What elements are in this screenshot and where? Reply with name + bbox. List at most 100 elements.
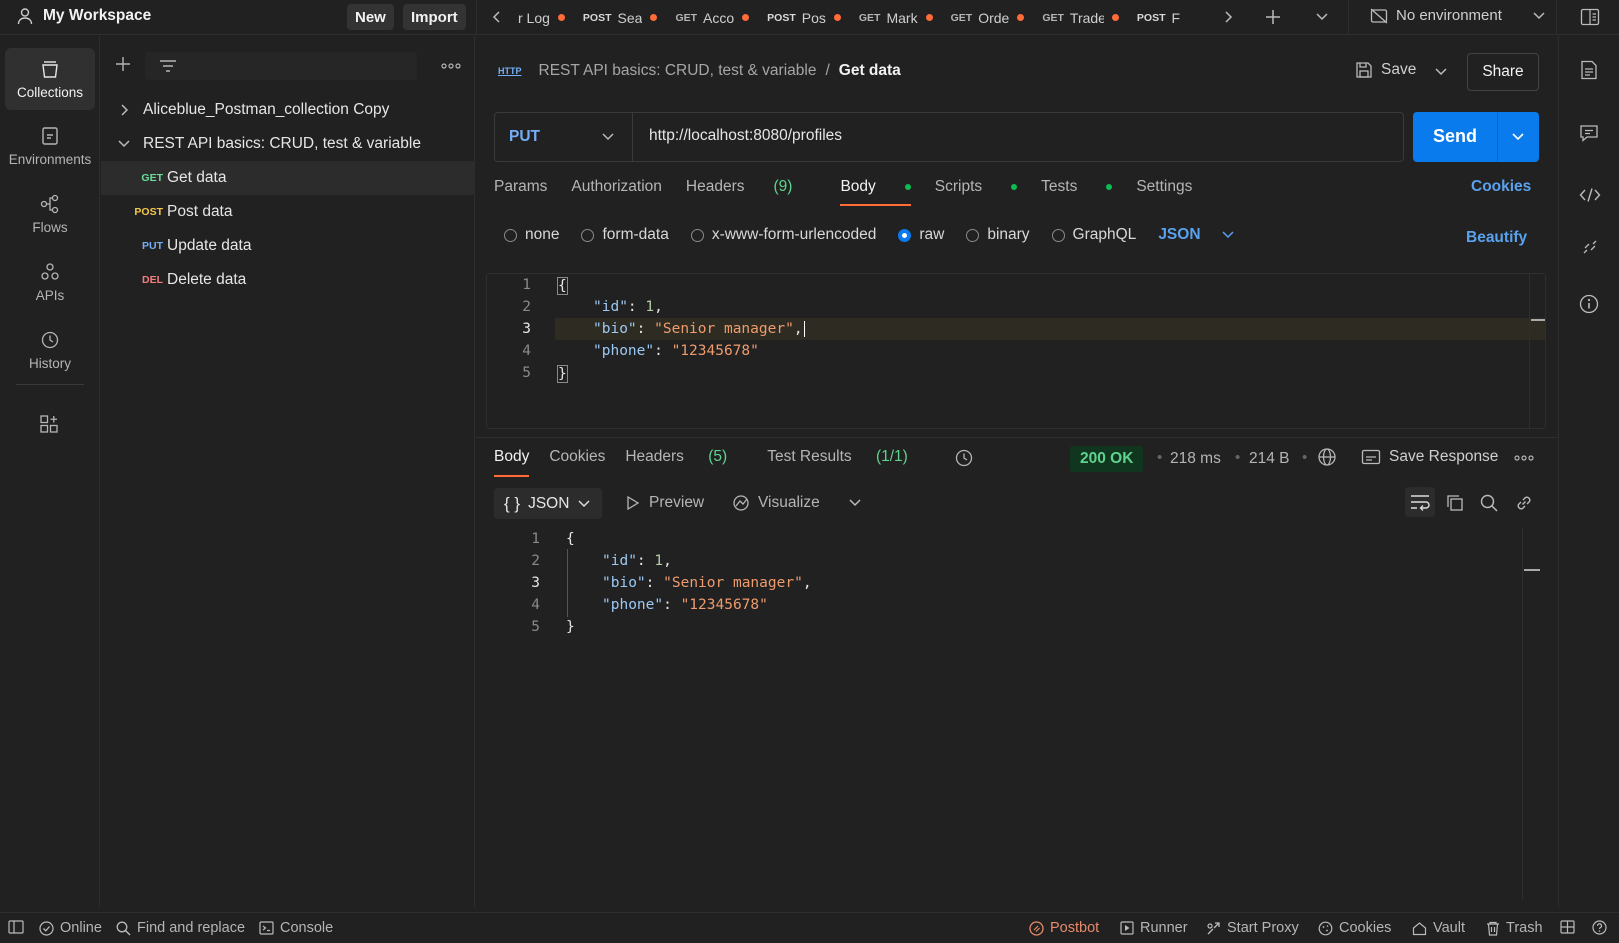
tab-name: r Log — [518, 9, 550, 26]
response-size[interactable]: 214 B — [1249, 450, 1290, 468]
console-button[interactable]: Console — [259, 920, 333, 936]
radio-binary[interactable]: binary — [966, 226, 1030, 244]
tab-tests[interactable]: Tests — [1041, 178, 1113, 196]
find-replace-button[interactable]: Find and replace — [116, 920, 245, 936]
request-tab[interactable]: POST F — [1127, 0, 1188, 35]
response-tab-tests[interactable]: Test Results (1/1) — [767, 448, 928, 477]
request-tab[interactable]: r Log — [518, 0, 573, 35]
add-workbench-icon[interactable] — [39, 414, 59, 434]
new-tab-plus-icon[interactable] — [1264, 8, 1282, 26]
request-body-editor[interactable]: 1{ 2 "id": 1, 3 "bio": "Senior manager", 4… — [486, 273, 1546, 429]
network-globe-icon[interactable] — [1317, 447, 1337, 467]
tab-settings[interactable]: Settings — [1136, 178, 1192, 196]
tabs-scroll-left-icon[interactable] — [492, 10, 502, 24]
save-button[interactable]: Save — [1355, 61, 1416, 79]
tab-scripts[interactable]: Scripts — [935, 178, 1018, 196]
breadcrumb-current[interactable]: Get data — [839, 62, 901, 80]
history-icon[interactable] — [954, 448, 974, 468]
response-tab-headers[interactable]: Headers (5) — [625, 448, 747, 477]
two-pane-icon[interactable] — [1560, 920, 1575, 934]
status-badge[interactable]: 200 OK — [1070, 446, 1144, 472]
info-icon[interactable] — [1579, 294, 1599, 314]
postbot-button[interactable]: Postbot — [1029, 920, 1099, 936]
code-icon[interactable] — [1579, 187, 1601, 203]
request-tab[interactable]: POST Pos — [757, 0, 849, 35]
request-tab[interactable]: POST Sea — [573, 0, 666, 35]
link-icon[interactable] — [1515, 494, 1533, 512]
toggle-sidebar-icon[interactable] — [8, 920, 24, 934]
request-item[interactable]: POST Post data — [101, 195, 475, 229]
documentation-icon[interactable] — [1580, 60, 1598, 80]
response-more-icon[interactable] — [1514, 455, 1534, 461]
request-tab[interactable]: GET Orde — [941, 0, 1033, 35]
save-options-chevron-icon[interactable] — [1434, 67, 1448, 77]
unsaved-dot — [925, 14, 933, 21]
tabs-scroll-right-icon[interactable] — [1223, 10, 1233, 24]
more-options-icon[interactable] — [441, 63, 461, 69]
send-options-chevron-icon[interactable] — [1511, 132, 1525, 142]
rail-collections[interactable]: Collections — [5, 48, 95, 110]
send-button[interactable]: Send — [1413, 112, 1539, 162]
response-tab-body[interactable]: Body — [494, 448, 530, 477]
collection-row[interactable]: Aliceblue_Postman_collection Copy — [101, 93, 475, 127]
rail-apis[interactable]: APIs — [5, 252, 95, 312]
runner-button[interactable]: Runner — [1120, 920, 1188, 936]
comments-icon[interactable] — [1579, 124, 1599, 142]
rail-flows[interactable]: Flows — [5, 184, 95, 244]
request-name: Update data — [167, 237, 252, 254]
cookies-button[interactable]: Cookies — [1318, 920, 1391, 936]
rail-history[interactable]: History — [5, 320, 95, 380]
search-icon[interactable] — [1480, 494, 1498, 512]
method-select[interactable]: PUT — [495, 113, 633, 161]
save-response-button[interactable]: Save Response — [1361, 448, 1498, 466]
share-button[interactable]: Share — [1467, 53, 1539, 91]
radio-circle — [581, 228, 595, 242]
body-format-select[interactable]: JSON — [1158, 226, 1234, 244]
start-proxy-button[interactable]: Start Proxy — [1206, 920, 1299, 936]
vault-button[interactable]: Vault — [1412, 920, 1465, 936]
help-icon[interactable] — [1592, 920, 1607, 935]
collection-row[interactable]: REST API basics: CRUD, test & variable — [101, 127, 475, 161]
radio-none[interactable]: none — [504, 226, 559, 244]
start-proxy-label: Start Proxy — [1227, 920, 1299, 936]
tab-params[interactable]: Params — [494, 178, 547, 196]
visualize-button[interactable]: Visualize — [732, 494, 862, 512]
copy-icon[interactable] — [1446, 494, 1464, 512]
request-tab[interactable]: GET Acco — [665, 0, 757, 35]
rail-environments[interactable]: Environments — [5, 116, 95, 176]
radio-form-data[interactable]: form-data — [581, 226, 669, 244]
beautify-link[interactable]: Beautify — [1466, 229, 1527, 247]
request-item[interactable]: DEL Delete data — [101, 263, 475, 297]
tabs-dropdown-chevron-icon[interactable] — [1315, 12, 1329, 22]
trash-button[interactable]: Trash — [1486, 920, 1543, 936]
runner-label: Runner — [1140, 920, 1188, 936]
tab-authorization[interactable]: Authorization — [571, 178, 661, 196]
tab-headers[interactable]: Headers (9) — [686, 178, 817, 196]
request-tab[interactable]: GET Mark — [849, 0, 941, 35]
related-collections-icon[interactable] — [1581, 238, 1599, 256]
breadcrumb-collection[interactable]: REST API basics: CRUD, test & variable — [539, 62, 817, 80]
radio-urlencoded[interactable]: x-www-form-urlencoded — [690, 226, 876, 244]
wrap-lines-icon[interactable] — [1405, 487, 1435, 517]
tab-body[interactable]: Body — [840, 178, 911, 206]
filter-collections-input[interactable] — [145, 52, 417, 80]
online-status[interactable]: Online — [39, 920, 102, 936]
radio-graphql[interactable]: GraphQL — [1051, 226, 1136, 244]
import-button[interactable]: Import — [403, 4, 466, 30]
add-collection-plus-icon[interactable] — [115, 56, 131, 72]
request-tab[interactable]: GET Trade — [1032, 0, 1127, 35]
response-format-select[interactable]: { } JSON — [494, 488, 602, 519]
response-time[interactable]: 218 ms — [1170, 450, 1221, 468]
request-item[interactable]: GET Get data — [101, 161, 475, 195]
environment-selector[interactable]: No environment — [1370, 7, 1546, 24]
workspace-switcher[interactable]: My Workspace — [16, 7, 151, 25]
response-body-viewer[interactable]: 1{ 2 "id": 1, 3 "bio": "Senior manager", 4… — [486, 528, 1546, 900]
preview-button[interactable]: Preview — [626, 494, 704, 512]
response-tab-cookies[interactable]: Cookies — [549, 448, 605, 477]
radio-raw[interactable]: raw — [898, 226, 944, 244]
cookies-link[interactable]: Cookies — [1471, 178, 1531, 196]
layout-panel-icon[interactable] — [1580, 8, 1600, 26]
new-button[interactable]: New — [347, 4, 394, 30]
request-item[interactable]: PUT Update data — [101, 229, 475, 263]
url-input[interactable]: http://localhost:8080/profiles — [649, 127, 842, 145]
